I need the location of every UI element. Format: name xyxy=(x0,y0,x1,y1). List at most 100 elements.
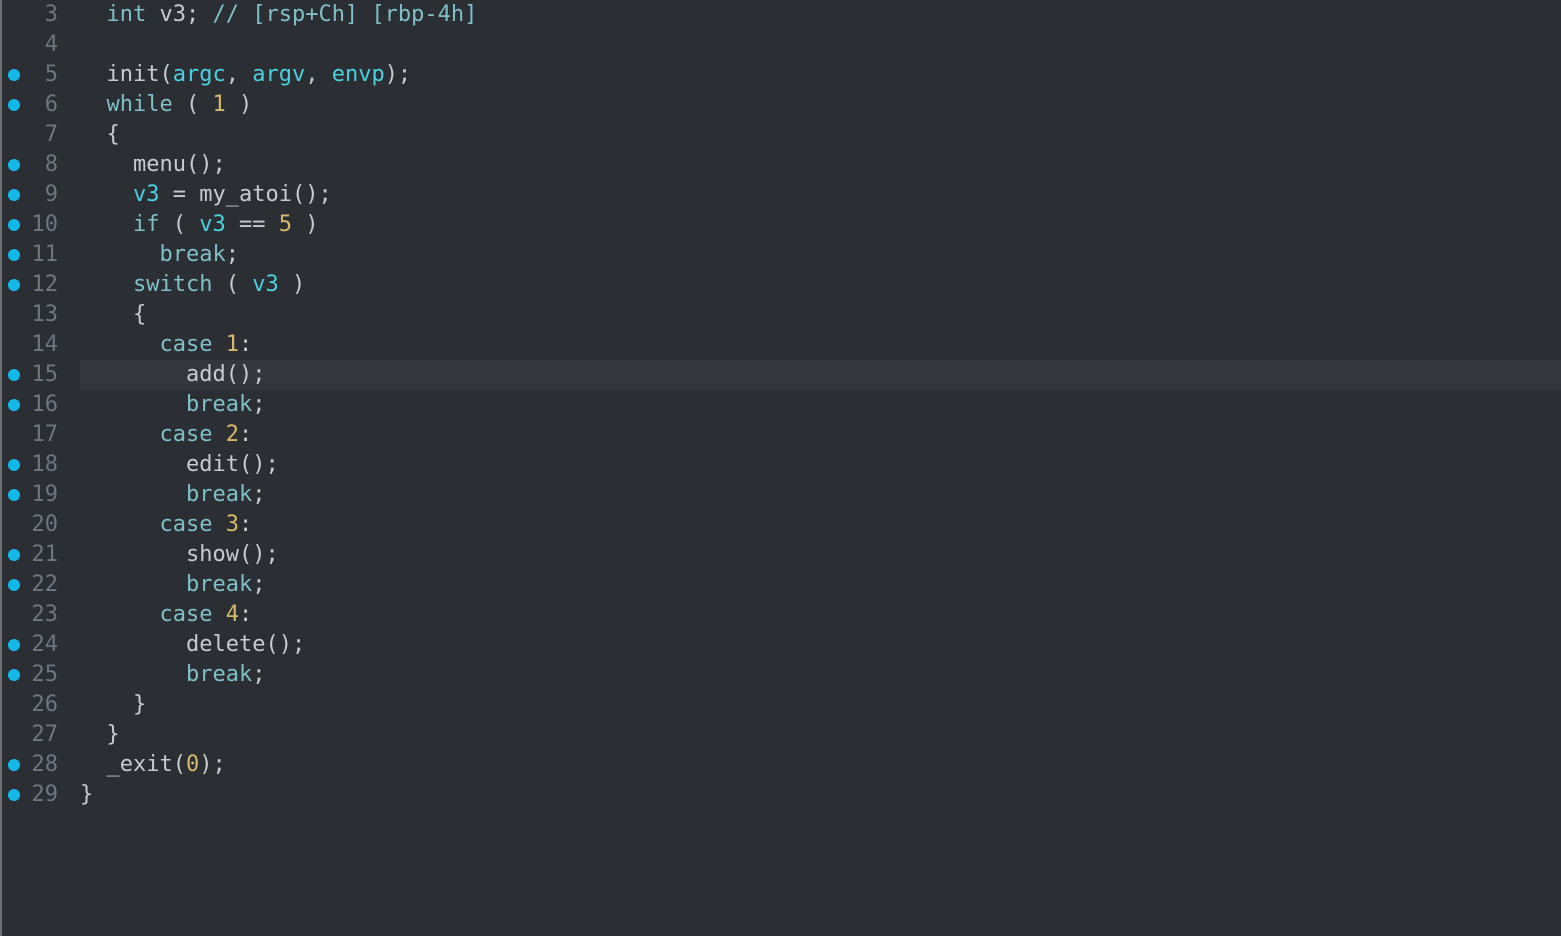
code-line[interactable]: case 4: xyxy=(80,600,1561,630)
code-line[interactable]: case 3: xyxy=(80,510,1561,540)
indent xyxy=(80,240,159,270)
code-token xyxy=(212,510,225,540)
indent xyxy=(80,300,133,330)
code-area[interactable]: int v3; // [rsp+Ch] [rbp-4h] init(argc, … xyxy=(70,0,1561,936)
line-number: 17 xyxy=(26,420,64,450)
code-line[interactable]: int v3; // [rsp+Ch] [rbp-4h] xyxy=(80,0,1561,30)
breakpoint-dot-icon xyxy=(8,279,20,291)
breakpoint-slot[interactable] xyxy=(2,750,26,780)
breakpoint-dot-icon xyxy=(8,759,20,771)
gutter: 3456789101112131415161718192021222324252… xyxy=(2,0,70,936)
code-token: ); xyxy=(385,60,412,90)
indent xyxy=(80,660,186,690)
code-line[interactable]: } xyxy=(80,720,1561,750)
breakpoint-slot[interactable] xyxy=(2,90,26,120)
code-line[interactable]: break; xyxy=(80,480,1561,510)
line-number: 28 xyxy=(26,750,64,780)
breakpoint-slot[interactable] xyxy=(2,120,26,150)
code-line[interactable]: { xyxy=(80,120,1561,150)
code-line[interactable]: _exit(0); xyxy=(80,750,1561,780)
code-line[interactable]: show(); xyxy=(80,540,1561,570)
code-line[interactable]: add(); xyxy=(80,360,1561,390)
code-line[interactable]: init(argc, argv, envp); xyxy=(80,60,1561,90)
code-token: ( xyxy=(159,210,199,240)
breakpoint-slot[interactable] xyxy=(2,600,26,630)
breakpoint-slot[interactable] xyxy=(2,450,26,480)
code-line[interactable]: menu(); xyxy=(80,150,1561,180)
code-token: v3 xyxy=(199,210,226,240)
code-line[interactable]: break; xyxy=(80,570,1561,600)
breakpoint-slot[interactable] xyxy=(2,690,26,720)
breakpoint-slot[interactable] xyxy=(2,630,26,660)
breakpoint-slot[interactable] xyxy=(2,420,26,450)
indent xyxy=(80,570,186,600)
breakpoint-slot[interactable] xyxy=(2,270,26,300)
code-line[interactable] xyxy=(80,30,1561,60)
breakpoint-slot[interactable] xyxy=(2,780,26,810)
indent xyxy=(80,60,107,90)
code-token: switch xyxy=(133,270,212,300)
code-token: break xyxy=(186,390,252,420)
code-line[interactable]: case 1: xyxy=(80,330,1561,360)
indent xyxy=(80,270,133,300)
breakpoint-slot[interactable] xyxy=(2,510,26,540)
code-token: (); xyxy=(239,540,279,570)
breakpoint-dot-icon xyxy=(8,99,20,111)
code-editor: 3456789101112131415161718192021222324252… xyxy=(0,0,1561,936)
breakpoint-dot-icon xyxy=(8,639,20,651)
code-line[interactable]: while ( 1 ) xyxy=(80,90,1561,120)
code-line[interactable]: { xyxy=(80,300,1561,330)
code-token: edit xyxy=(186,450,239,480)
code-token: 3 xyxy=(226,510,239,540)
line-number: 29 xyxy=(26,780,64,810)
code-line[interactable]: v3 = my_atoi(); xyxy=(80,180,1561,210)
code-line[interactable]: switch ( v3 ) xyxy=(80,270,1561,300)
breakpoint-slot[interactable] xyxy=(2,210,26,240)
code-token: ( xyxy=(173,750,186,780)
code-line[interactable]: if ( v3 == 5 ) xyxy=(80,210,1561,240)
breakpoint-slot[interactable] xyxy=(2,720,26,750)
line-number: 19 xyxy=(26,480,64,510)
code-line[interactable]: delete(); xyxy=(80,630,1561,660)
breakpoint-slot[interactable] xyxy=(2,480,26,510)
breakpoint-slot[interactable] xyxy=(2,540,26,570)
breakpoint-dot-icon xyxy=(8,789,20,801)
breakpoint-slot[interactable] xyxy=(2,300,26,330)
indent xyxy=(80,120,107,150)
indent xyxy=(80,450,186,480)
code-line[interactable]: } xyxy=(80,780,1561,810)
code-line[interactable]: break; xyxy=(80,660,1561,690)
indent xyxy=(80,150,133,180)
code-token: // [rsp+Ch] [rbp-4h] xyxy=(212,0,477,30)
breakpoint-dot-icon xyxy=(8,549,20,561)
breakpoint-slot[interactable] xyxy=(2,330,26,360)
code-token: add xyxy=(186,360,226,390)
code-line[interactable]: } xyxy=(80,690,1561,720)
breakpoint-slot[interactable] xyxy=(2,240,26,270)
breakpoint-slot[interactable] xyxy=(2,0,26,30)
code-token: ( xyxy=(159,60,172,90)
breakpoint-slot[interactable] xyxy=(2,60,26,90)
breakpoint-slot[interactable] xyxy=(2,150,26,180)
code-token: { xyxy=(133,300,146,330)
code-token: : xyxy=(239,600,252,630)
breakpoint-dot-icon xyxy=(8,249,20,261)
code-line[interactable]: break; xyxy=(80,240,1561,270)
breakpoint-slot[interactable] xyxy=(2,390,26,420)
line-number: 21 xyxy=(26,540,64,570)
breakpoint-slot[interactable] xyxy=(2,30,26,60)
code-token: ; xyxy=(186,0,213,30)
code-token: delete xyxy=(186,630,265,660)
breakpoint-slot[interactable] xyxy=(2,180,26,210)
code-line[interactable]: case 2: xyxy=(80,420,1561,450)
breakpoint-slot[interactable] xyxy=(2,360,26,390)
code-line[interactable]: break; xyxy=(80,390,1561,420)
code-token: } xyxy=(80,780,93,810)
code-token: case xyxy=(159,510,212,540)
code-token: while xyxy=(107,90,173,120)
code-token: break xyxy=(186,570,252,600)
breakpoint-slot[interactable] xyxy=(2,570,26,600)
code-token: _exit xyxy=(107,750,173,780)
code-line[interactable]: edit(); xyxy=(80,450,1561,480)
breakpoint-slot[interactable] xyxy=(2,660,26,690)
